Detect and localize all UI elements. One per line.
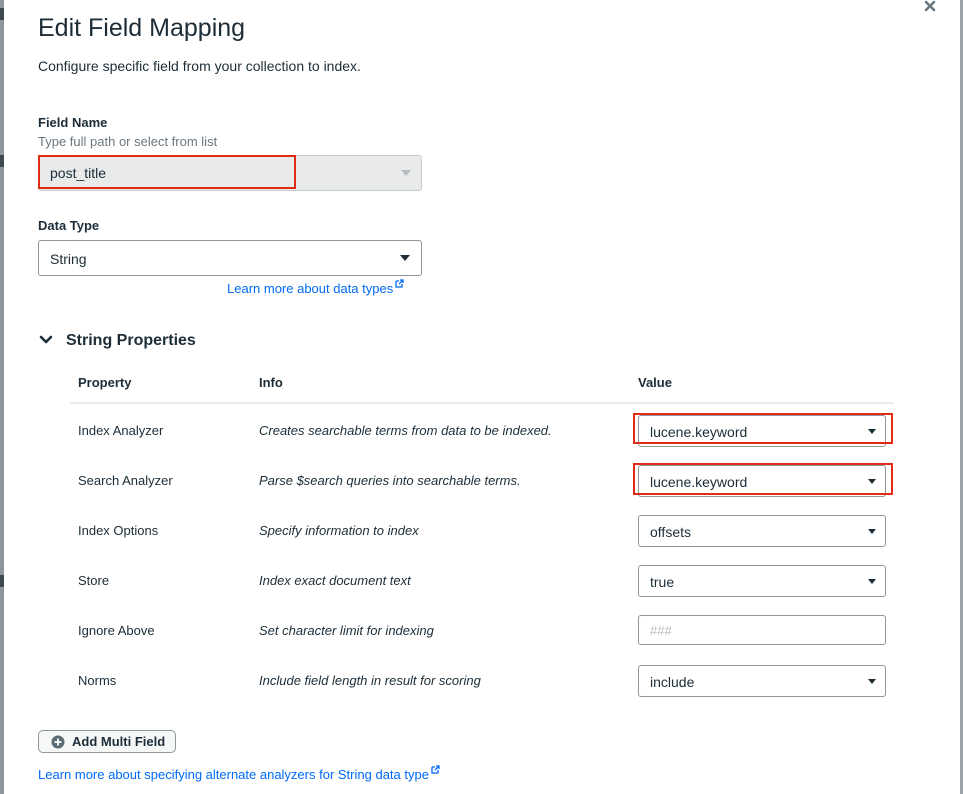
property-name-index-analyzer: Index Analyzer [78, 423, 164, 438]
ignore-above-input[interactable] [638, 615, 886, 645]
chevron-down-icon [400, 255, 410, 261]
field-name-label: Field Name [38, 115, 108, 130]
store-select[interactable]: true [638, 565, 886, 597]
property-info-search-analyzer: Parse $search queries into searchable te… [259, 473, 521, 488]
data-type-select[interactable]: String [38, 240, 422, 276]
external-link-icon [395, 279, 404, 288]
search-analyzer-select[interactable]: lucene.keyword [638, 465, 886, 497]
store-value: true [650, 574, 675, 590]
property-info-ignore-above: Set character limit for indexing [259, 623, 434, 638]
dialog-subtitle: Configure specific field from your colle… [38, 58, 361, 74]
chevron-down-icon [868, 429, 876, 434]
field-name-value: post_title [50, 165, 107, 181]
property-name-search-analyzer: Search Analyzer [78, 473, 173, 488]
plus-circle-icon [51, 735, 65, 749]
index-analyzer-select[interactable]: lucene.keyword [638, 415, 886, 447]
close-icon [924, 0, 936, 12]
table-header-divider [70, 402, 894, 404]
norms-value: include [650, 674, 695, 690]
field-name-combobox[interactable]: post_title [38, 155, 422, 191]
chevron-down-icon [868, 479, 876, 484]
search-analyzer-value: lucene.keyword [650, 474, 748, 490]
field-name-hint: Type full path or select from list [38, 134, 218, 149]
property-name-norms: Norms [78, 673, 117, 688]
column-header-info: Info [259, 375, 283, 390]
property-info-index-options: Specify information to index [259, 523, 419, 538]
learn-more-data-types-link[interactable]: Learn more about data types [227, 279, 404, 296]
string-properties-title[interactable]: String Properties [66, 332, 196, 350]
column-header-property: Property [78, 375, 132, 390]
index-options-value: offsets [650, 524, 691, 540]
chevron-down-icon [401, 170, 411, 176]
background-edge-left [0, 0, 4, 794]
column-header-value: Value [638, 375, 672, 390]
property-name-ignore-above: Ignore Above [78, 623, 155, 638]
chevron-down-icon [868, 529, 876, 534]
add-multi-field-label: Add Multi Field [72, 734, 166, 749]
property-info-norms: Include field length in result for scori… [259, 673, 481, 688]
index-analyzer-value: lucene.keyword [650, 424, 748, 440]
property-info-store: Index exact document text [259, 573, 411, 588]
learn-more-analyzers-link[interactable]: Learn more about specifying alternate an… [38, 765, 440, 782]
add-multi-field-button[interactable]: Add Multi Field [38, 730, 176, 753]
data-type-label: Data Type [38, 218, 100, 233]
norms-select[interactable]: include [638, 665, 886, 697]
property-info-index-analyzer: Creates searchable terms from data to be… [259, 423, 552, 438]
dialog-title: Edit Field Mapping [38, 14, 246, 42]
property-name-index-options: Index Options [78, 523, 159, 538]
data-type-value: String [50, 251, 87, 267]
close-button[interactable] [921, 0, 939, 14]
chevron-down-icon [868, 679, 876, 684]
chevron-down-icon[interactable] [39, 334, 53, 346]
index-options-select[interactable]: offsets [638, 515, 886, 547]
chevron-down-icon [868, 579, 876, 584]
external-link-icon [431, 765, 440, 774]
property-name-store: Store [78, 573, 110, 588]
